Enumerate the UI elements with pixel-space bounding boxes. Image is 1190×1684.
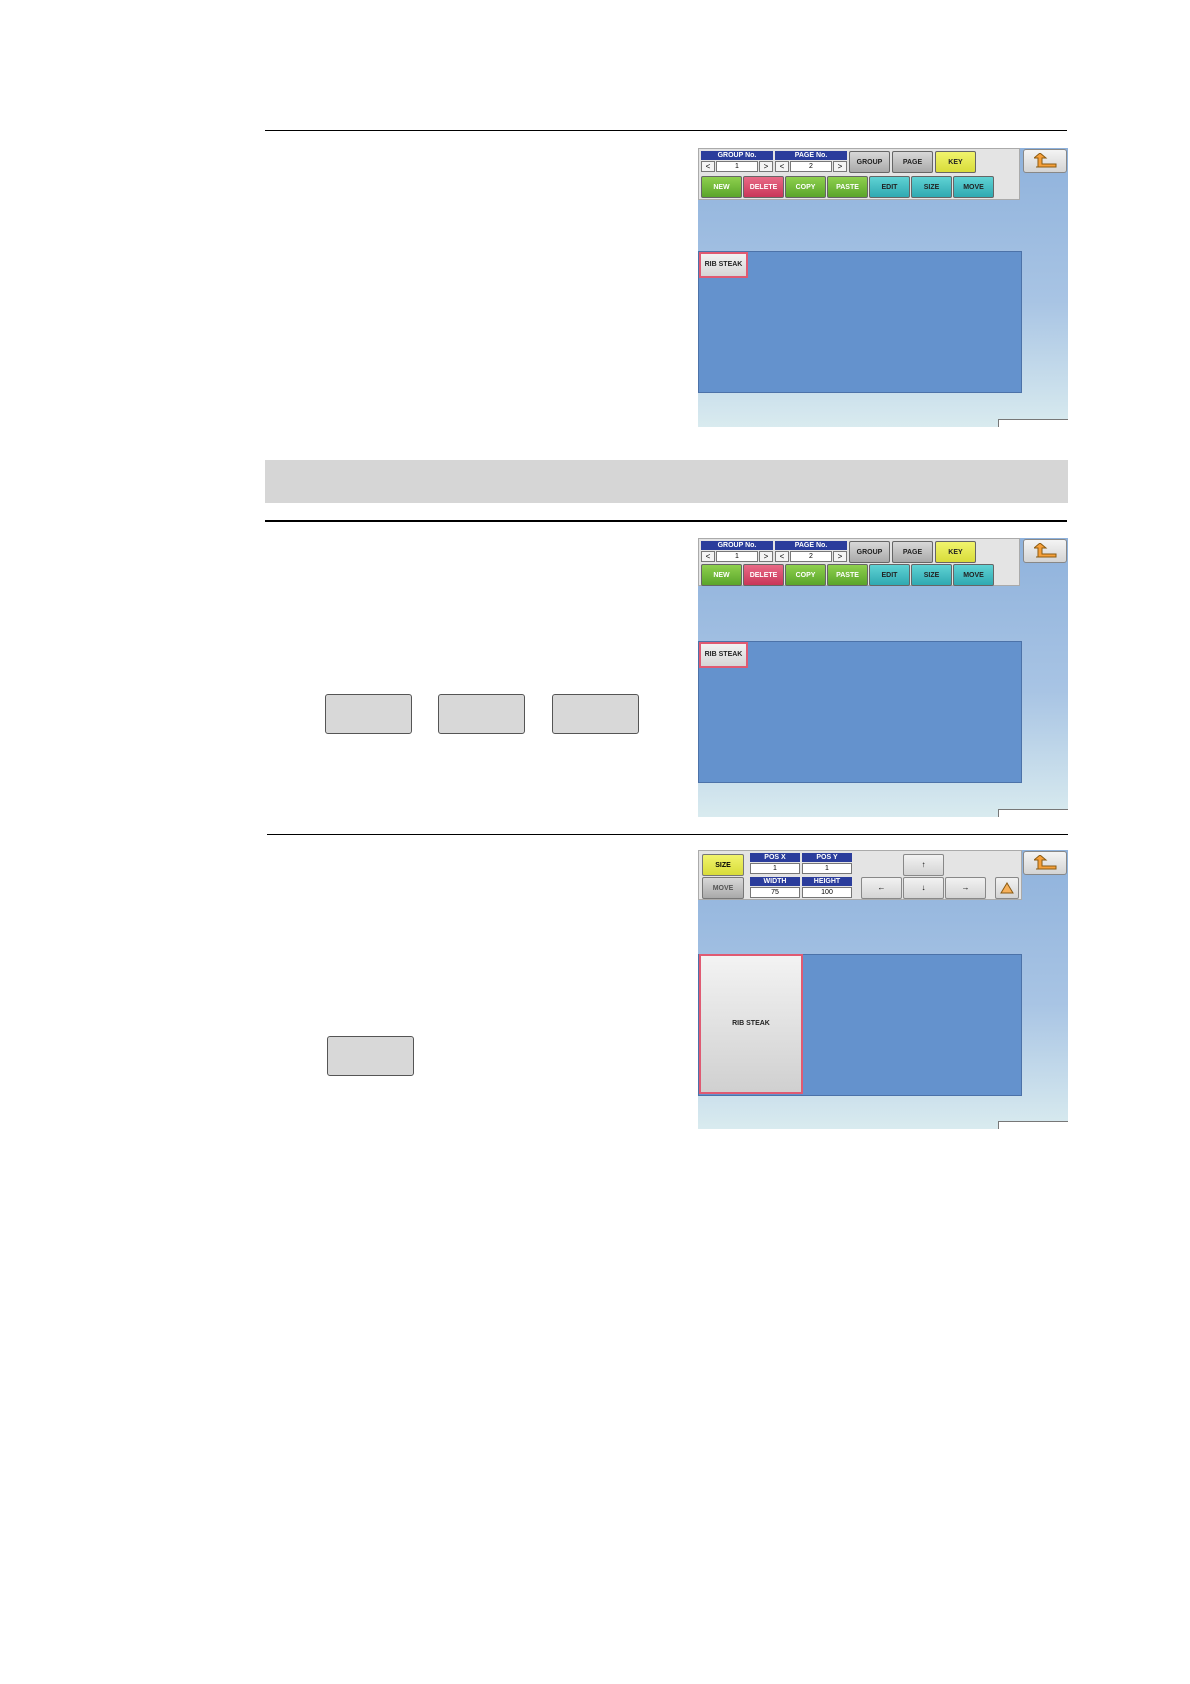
delete-button[interactable]: DELETE [743, 564, 784, 586]
placeholder-button-3[interactable] [552, 694, 639, 734]
screenshot-key-layout-1: GROUP No. < 1 > PAGE No. < 2 > GROUP PAG… [698, 148, 1068, 427]
rib-steak-key-resized[interactable]: RIB STEAK [699, 954, 803, 1094]
page-no-label: PAGE No. [775, 541, 847, 550]
section-rule-2 [265, 520, 1067, 522]
delete-button[interactable]: DELETE [743, 176, 784, 198]
width-label: WIDTH [750, 877, 800, 886]
pos-y-field[interactable]: 1 [802, 863, 852, 874]
left-arrow-button[interactable]: ← [861, 877, 902, 899]
new-button[interactable]: NEW [701, 176, 742, 198]
group-prev-button[interactable]: < [701, 161, 715, 172]
status-bar [998, 419, 1068, 427]
copy-button[interactable]: COPY [785, 176, 826, 198]
height-label: HEIGHT [802, 877, 852, 886]
new-button[interactable]: NEW [701, 564, 742, 586]
back-button[interactable] [1023, 149, 1067, 173]
move-button[interactable]: MOVE [953, 176, 994, 198]
paste-button[interactable]: PASTE [827, 176, 868, 198]
paste-button[interactable]: PASTE [827, 564, 868, 586]
back-button[interactable] [1023, 851, 1067, 875]
section-band [265, 460, 1068, 503]
toolbar: GROUP No. < 1 > PAGE No. < 2 > GROUP PAG… [698, 538, 1020, 586]
group-next-button[interactable]: > [759, 161, 773, 172]
group-no-label: GROUP No. [701, 151, 773, 160]
placeholder-button-4[interactable] [327, 1036, 414, 1076]
return-arrow-icon [1034, 855, 1057, 870]
status-bar [998, 809, 1068, 817]
return-arrow-icon [1034, 153, 1057, 168]
move-button[interactable]: MOVE [953, 564, 994, 586]
return-arrow-icon [1034, 543, 1057, 558]
move-mode-button[interactable]: MOVE [702, 877, 744, 899]
page-prev-button[interactable]: < [775, 161, 789, 172]
edit-button[interactable]: EDIT [869, 564, 910, 586]
rib-steak-key[interactable]: RIB STEAK [699, 252, 748, 278]
section-rule-1 [265, 130, 1067, 131]
copy-button[interactable]: COPY [785, 564, 826, 586]
page-next-button[interactable]: > [833, 551, 847, 562]
up-arrow-button[interactable]: ↑ [903, 854, 944, 876]
group-prev-button[interactable]: < [701, 551, 715, 562]
key-button[interactable]: KEY [935, 151, 976, 173]
size-button[interactable]: SIZE [911, 564, 952, 586]
section-rule-3 [267, 834, 1068, 835]
status-bar [998, 1121, 1068, 1129]
group-no-label: GROUP No. [701, 541, 773, 550]
height-field[interactable]: 100 [802, 887, 852, 898]
pos-y-label: POS Y [802, 853, 852, 862]
down-arrow-button[interactable]: ↓ [903, 877, 944, 899]
right-arrow-button[interactable]: → [945, 877, 986, 899]
back-button[interactable] [1023, 539, 1067, 563]
group-button[interactable]: GROUP [849, 541, 890, 563]
page-no-field[interactable]: 2 [790, 161, 832, 172]
group-button[interactable]: GROUP [849, 151, 890, 173]
group-no-field[interactable]: 1 [716, 161, 758, 172]
size-toolbar: SIZE MOVE POS X 1 POS Y 1 WIDTH 75 HEIGH… [698, 850, 1022, 900]
toolbar: GROUP No. < 1 > PAGE No. < 2 > GROUP PAG… [698, 148, 1020, 200]
placeholder-button-2[interactable] [438, 694, 525, 734]
screenshot-key-size-edit: SIZE MOVE POS X 1 POS Y 1 WIDTH 75 HEIGH… [698, 850, 1068, 1129]
page-button[interactable]: PAGE [892, 151, 933, 173]
group-no-field[interactable]: 1 [716, 551, 758, 562]
triangle-icon [1000, 882, 1014, 894]
size-mode-button[interactable]: SIZE [702, 854, 744, 876]
page-button[interactable]: PAGE [892, 541, 933, 563]
screenshot-key-layout-2: GROUP No. < 1 > PAGE No. < 2 > GROUP PAG… [698, 538, 1068, 817]
pos-x-label: POS X [750, 853, 800, 862]
page-no-field[interactable]: 2 [790, 551, 832, 562]
placeholder-button-1[interactable] [325, 694, 412, 734]
page-next-button[interactable]: > [833, 161, 847, 172]
rib-steak-key[interactable]: RIB STEAK [699, 642, 748, 668]
triangle-button[interactable] [995, 877, 1019, 899]
pos-x-field[interactable]: 1 [750, 863, 800, 874]
group-next-button[interactable]: > [759, 551, 773, 562]
edit-button[interactable]: EDIT [869, 176, 910, 198]
size-button[interactable]: SIZE [911, 176, 952, 198]
width-field[interactable]: 75 [750, 887, 800, 898]
page-no-label: PAGE No. [775, 151, 847, 160]
page-prev-button[interactable]: < [775, 551, 789, 562]
key-button[interactable]: KEY [935, 541, 976, 563]
